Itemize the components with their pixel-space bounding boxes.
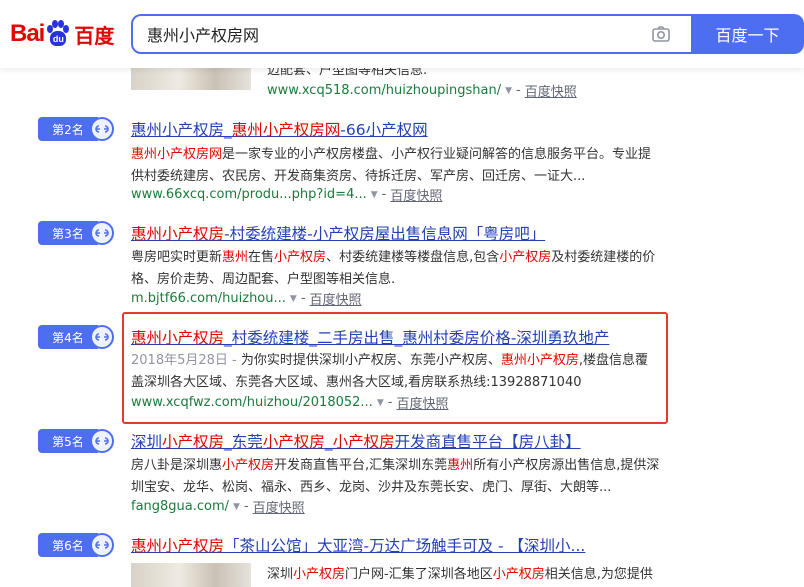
rank-label: 第2名 xyxy=(38,117,98,141)
cache-link[interactable]: 百度快照 xyxy=(253,497,305,516)
url-dropdown-icon[interactable]: ▼ xyxy=(371,190,378,200)
rank-label: 第3名 xyxy=(38,221,98,245)
title-highlight-term: 小产权房 xyxy=(262,433,325,451)
title-text: 开发商直售平台【房八卦】 xyxy=(394,433,581,451)
snippet-text: 房八卦是深圳惠 xyxy=(131,458,223,473)
title-text: 深圳 xyxy=(131,433,163,451)
result-snippet: 惠州小产权房网是一家专业的小产权房楼盘、小产权行业疑问解答的信息服务平台。专业提… xyxy=(131,144,661,188)
top-search-bar: Bai du 百度 百度一下 xyxy=(0,0,804,68)
snippet-highlight-term: 惠州 xyxy=(447,458,474,473)
result-snippet: 房八卦是深圳惠小产权房开发商直售平台,汇集深圳东莞惠州所有小产权房源出售信息,提… xyxy=(131,455,661,499)
title-highlight-term: 惠州小产权房网 xyxy=(231,121,341,139)
snippet-highlight-term: 小产权房 xyxy=(293,567,346,582)
url-dropdown-icon[interactable]: ▼ xyxy=(505,86,512,96)
paw-icon: du xyxy=(45,20,71,48)
snippet-text: 深圳 xyxy=(267,567,294,582)
result-thumbnail[interactable] xyxy=(131,563,251,587)
snippet-text: 开发商直售平台,汇集深圳东莞 xyxy=(274,458,448,473)
result-url[interactable]: www.66xcq.com/produ...php?id=4... xyxy=(131,187,367,202)
snippet-highlight-term: 小产权房 xyxy=(222,458,275,473)
result-title[interactable]: 惠州小产权房「茶山公馆」大亚湾-万达广场触手可及 - 【深圳小... xyxy=(131,534,585,556)
link-icon xyxy=(90,429,114,453)
snippet-highlight-term: 惠州 xyxy=(222,250,249,265)
snippet-highlight-term: 惠州小产权房网 xyxy=(131,147,223,162)
link-icon xyxy=(90,117,114,141)
result-url-line: www.66xcq.com/produ...php?id=4... ▼ - 百度… xyxy=(131,185,442,204)
logo-text-bai: Bai xyxy=(10,20,45,47)
result-thumbnail[interactable] xyxy=(131,68,251,90)
title-text: -村委统建楼-小产权房屋出售信息网「粤房吧」 xyxy=(224,225,546,243)
url-dropdown-icon[interactable]: ▼ xyxy=(290,294,297,304)
highlight-annotation-box xyxy=(122,312,668,424)
title-text: _ xyxy=(224,121,232,139)
rank-badge: 第4名 xyxy=(38,325,114,349)
cache-link[interactable]: 百度快照 xyxy=(525,81,577,100)
results-list: 迈配套、户型图等相关信息. www.xcq518.com/huizhouping… xyxy=(0,0,804,587)
snippet-highlight-term: 小产权房 xyxy=(492,567,545,582)
logo-text-du: du xyxy=(50,31,67,46)
search-box xyxy=(131,14,691,54)
snippet-text: 门户网-汇集了深圳各地区 xyxy=(345,567,493,582)
result-url[interactable]: fang8gua.com/ xyxy=(131,499,229,514)
title-highlight-term: 小产权房 xyxy=(162,433,225,451)
separator: - xyxy=(516,83,521,98)
result-url[interactable]: www.xcq518.com/huizhoupingshan/ xyxy=(267,83,501,98)
rank-label: 第4名 xyxy=(38,325,98,349)
title-text: -66小产权网 xyxy=(340,121,428,139)
rank-badge: 第2名 xyxy=(38,117,114,141)
separator: - xyxy=(243,499,249,514)
url-dropdown-icon[interactable]: ▼ xyxy=(233,502,240,512)
result-url-line: fang8gua.com/ ▼ - 百度快照 xyxy=(131,497,305,516)
snippet-text: 相关信息,为您提供 xyxy=(544,567,653,582)
cache-link[interactable]: 百度快照 xyxy=(310,289,362,308)
title-text: _东莞 xyxy=(224,433,263,451)
link-icon xyxy=(90,325,114,349)
result-url-line: www.xcq518.com/huizhoupingshan/ ▼ - 百度快照 xyxy=(267,81,577,100)
rank-label: 第5名 xyxy=(38,429,98,453)
snippet-text: 在售 xyxy=(248,250,275,265)
rank-label: 第6名 xyxy=(38,533,98,557)
link-icon xyxy=(90,533,114,557)
result-url[interactable]: m.bjtf66.com/huizhou... xyxy=(131,291,286,306)
cache-link[interactable]: 百度快照 xyxy=(390,185,442,204)
baidu-logo[interactable]: Bai du 百度 xyxy=(10,16,114,52)
result-title[interactable]: 惠州小产权房-村委统建楼-小产权房屋出售信息网「粤房吧」 xyxy=(131,222,545,244)
separator: - xyxy=(300,291,306,306)
camera-icon[interactable] xyxy=(651,24,671,44)
result-snippet: 深圳小产权房门户网-汇集了深圳各地区小产权房相关信息,为您提供 xyxy=(267,564,667,586)
snippet-highlight-term: 小产权房 xyxy=(499,250,552,265)
logo-text-cn: 百度 xyxy=(74,23,115,48)
result-title[interactable]: 深圳小产权房_东莞小产权房_小产权房开发商直售平台【房八卦】 xyxy=(131,430,581,452)
rank-badge: 第3名 xyxy=(38,221,114,245)
result-url-line: m.bjtf66.com/huizhou... ▼ - 百度快照 xyxy=(131,289,362,308)
title-highlight-term: 小产权房 xyxy=(332,433,395,451)
snippet-text: 、村委统建楼等楼盘信息,包含 xyxy=(326,250,500,265)
rank-badge: 第5名 xyxy=(38,429,114,453)
snippet-text: 粤房吧实时更新 xyxy=(131,250,223,265)
title-text: _ xyxy=(324,433,333,451)
link-icon xyxy=(90,221,114,245)
title-highlight-term: 惠州小产权房 xyxy=(131,225,225,243)
search-input[interactable] xyxy=(133,16,613,52)
title-text: 「茶山公馆」大亚湾-万达广场触手可及 - 【深圳小... xyxy=(224,537,586,555)
title-highlight-term: 惠州小产权房 xyxy=(131,537,225,555)
result-snippet: 粤房吧实时更新惠州在售小产权房、村委统建楼等楼盘信息,包含小产权房及村委统建楼的… xyxy=(131,247,661,291)
separator: - xyxy=(381,187,387,202)
snippet-highlight-term: 小产权房 xyxy=(274,250,327,265)
title-text: 惠州小产权房 xyxy=(131,121,225,139)
rank-badge: 第6名 xyxy=(38,533,114,557)
result-title[interactable]: 惠州小产权房_惠州小产权房网-66小产权网 xyxy=(131,118,428,140)
search-button[interactable]: 百度一下 xyxy=(691,14,804,54)
